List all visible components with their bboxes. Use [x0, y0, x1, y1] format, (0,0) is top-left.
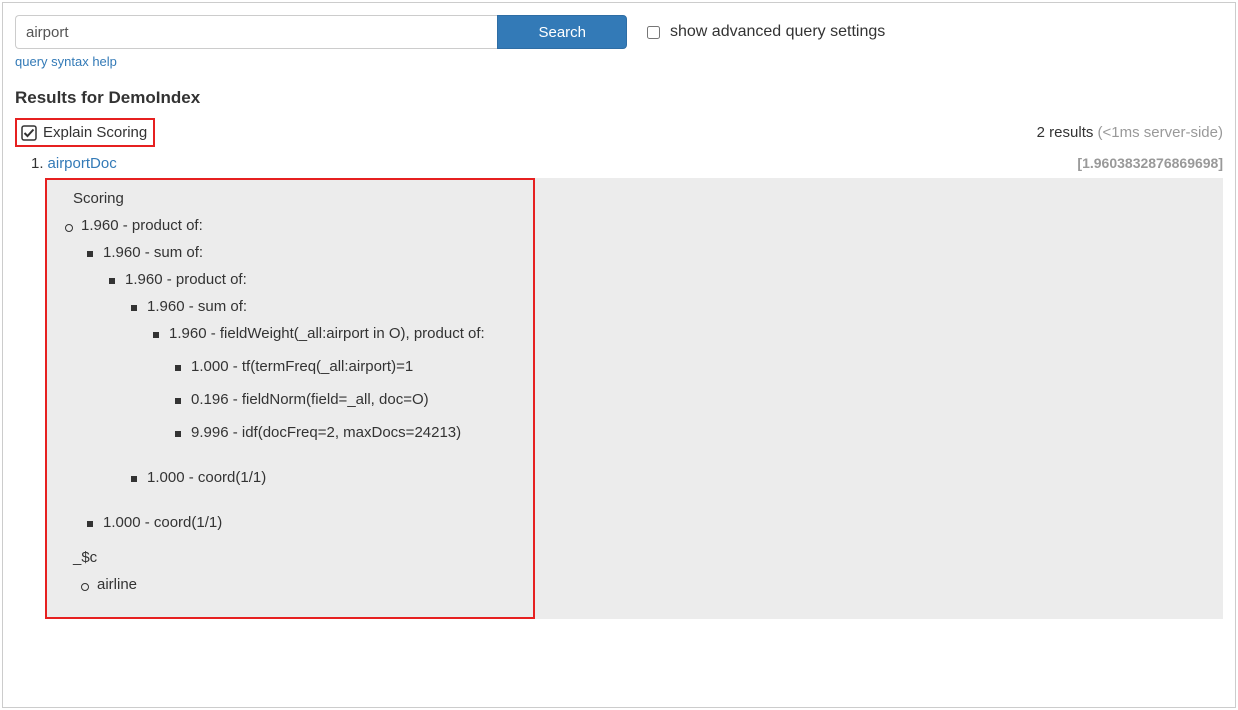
scoring-node: 1.960 - sum of: 1.960 - product of: 1.96… — [103, 244, 1203, 486]
scoring-text: 1.960 - product of: — [81, 217, 203, 234]
scoring-leaf: 9.996 - idf(docFreq=2, maxDocs=24213) — [191, 424, 1203, 441]
explain-scoring-toggle[interactable]: Explain Scoring — [15, 118, 155, 147]
search-group: Search — [15, 15, 627, 49]
field-section: _$c airline — [73, 549, 1203, 593]
result-row: 1. airportDoc [1.9603832876869698] — [15, 155, 1223, 172]
scoring-node: 1.960 - product of: 1.960 - sum of: 1.96… — [125, 271, 1203, 486]
results-meta: 2 results (<1ms server-side) — [1037, 124, 1223, 141]
search-input[interactable] — [15, 15, 497, 49]
scoring-text: 9.996 - idf(docFreq=2, maxDocs=24213) — [191, 424, 461, 441]
results-count: 2 results — [1037, 124, 1094, 141]
scoring-text: 1.960 - product of: — [125, 271, 247, 288]
scoring-node: 1.960 - fieldWeight(_all:airport in O), … — [169, 325, 1203, 441]
result-doc-link[interactable]: airportDoc — [48, 155, 117, 172]
scoring-text: 1.000 - tf(termFreq(_all:airport)=1 — [191, 358, 413, 375]
scoring-text: 0.196 - fieldNorm(field=_all, doc=O) — [191, 391, 429, 408]
advanced-label: show advanced query settings — [670, 23, 885, 41]
scoring-text: 1.960 - fieldWeight(_all:airport in O), … — [169, 325, 485, 342]
scoring-panel: Scoring 1.960 - product of: 1.960 - sum … — [45, 178, 1223, 619]
field-value-text: airline — [97, 576, 137, 593]
scoring-leaf: 0.196 - fieldNorm(field=_all, doc=O) — [191, 391, 1203, 408]
search-button[interactable]: Search — [497, 15, 627, 49]
scoring-node: 1.960 - sum of: 1.960 - fieldWeight(_all… — [147, 298, 1203, 441]
results-header: Results for DemoIndex — [15, 88, 1223, 108]
field-value: airline — [97, 576, 1203, 593]
explain-scoring-label: Explain Scoring — [43, 124, 147, 141]
scoring-node: 1.960 - product of: 1.960 - sum of: 1.96… — [81, 217, 1203, 531]
explain-scoring-row: Explain Scoring 2 results (<1ms server-s… — [15, 118, 1223, 147]
advanced-checkbox[interactable] — [647, 26, 660, 39]
field-key: _$c — [73, 549, 1203, 566]
scoring-text: 1.000 - coord(1/1) — [103, 514, 222, 531]
main-container: Search show advanced query settings quer… — [2, 2, 1236, 708]
scoring-text: 1.960 - sum of: — [147, 298, 247, 315]
checkbox-checked-icon — [21, 125, 37, 141]
scoring-text: 1.960 - sum of: — [103, 244, 203, 261]
scoring-text: 1.000 - coord(1/1) — [147, 469, 266, 486]
search-row: Search show advanced query settings — [15, 15, 1223, 49]
scoring-tree: 1.960 - product of: 1.960 - sum of: 1.96… — [73, 217, 1203, 531]
advanced-settings-toggle: show advanced query settings — [647, 23, 885, 41]
scoring-node: 1.000 - coord(1/1) — [103, 514, 1203, 531]
query-syntax-help-link[interactable]: query syntax help — [15, 54, 117, 69]
results-timing: (<1ms server-side) — [1098, 124, 1223, 141]
result-score: [1.9603832876869698] — [1077, 155, 1223, 171]
scoring-leaf: 1.000 - tf(termFreq(_all:airport)=1 — [191, 358, 1203, 375]
scoring-node: 1.000 - coord(1/1) — [147, 469, 1203, 486]
result-number: 1. — [31, 155, 44, 172]
scoring-title: Scoring — [73, 190, 1203, 207]
